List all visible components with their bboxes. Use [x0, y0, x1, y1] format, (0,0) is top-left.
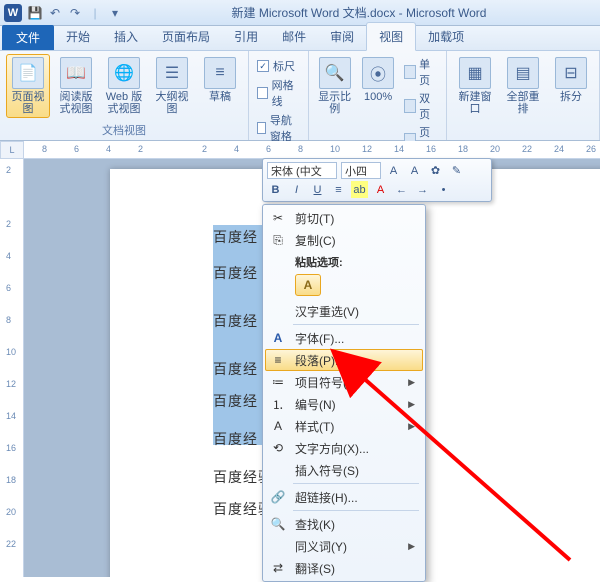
doc-line: 百度经 — [213, 429, 258, 449]
web-layout-button[interactable]: 🌐Web 版式视图 — [102, 54, 146, 118]
indent-increase-icon[interactable]: → — [414, 181, 431, 198]
horizontal-ruler[interactable]: 8 6 4 2 2 4 6 8 10 12 14 16 18 20 22 24 … — [24, 141, 600, 159]
font-color-icon[interactable]: A — [372, 181, 389, 198]
ctx-separator — [293, 324, 419, 325]
text-selection — [213, 225, 269, 445]
textdir-icon: ⟲ — [269, 439, 287, 457]
doc-line: 百度经 — [213, 227, 258, 247]
print-layout-button[interactable]: 📄页面视图 — [6, 54, 50, 118]
reading-layout-button[interactable]: 📖阅读版式视图 — [54, 54, 98, 118]
context-menu: ✂剪切(T) ⎘复制(C) 粘贴选项: A 汉字重选(V) A字体(F)... … — [262, 204, 426, 582]
chevron-right-icon: ▶ — [408, 541, 415, 552]
ctx-styles[interactable]: A样式(T)▶ — [265, 415, 423, 437]
tab-pagelayout[interactable]: 页面布局 — [150, 23, 222, 50]
tab-mailings[interactable]: 邮件 — [270, 23, 318, 50]
format-painter-icon[interactable]: ✎ — [448, 162, 465, 179]
ctx-hyperlink[interactable]: 🔗超链接(H)... — [265, 486, 423, 508]
ctx-find[interactable]: 🔍查找(K) — [265, 513, 423, 535]
arrangeall-button[interactable]: ▤全部重排 — [501, 54, 545, 118]
ctx-hanzi[interactable]: 汉字重选(V) — [265, 300, 423, 322]
indent-decrease-icon[interactable]: ← — [393, 181, 410, 198]
ctx-bullets[interactable]: ≔项目符号(E)▶ — [265, 371, 423, 393]
bold-icon[interactable]: B — [267, 181, 284, 198]
word-app-icon: W — [4, 4, 22, 22]
navpane-checkbox[interactable]: 导航窗格 — [257, 112, 300, 144]
highlight-icon[interactable]: ab — [351, 181, 368, 198]
ctx-insert-symbol[interactable]: 插入符号(S) — [265, 459, 423, 481]
chevron-right-icon: ▶ — [408, 377, 415, 388]
twopage-button[interactable]: 双页 — [404, 90, 438, 122]
styles-icon[interactable]: ✿ — [427, 162, 444, 179]
grow-font-icon[interactable]: A — [385, 162, 402, 179]
vertical-ruler[interactable]: 2 2 4 6 8 10 12 14 16 18 20 22 — [0, 159, 24, 577]
ctx-paste-header: 粘贴选项: — [265, 251, 423, 272]
ctx-numbering[interactable]: ⒈编号(N)▶ — [265, 393, 423, 415]
cut-icon: ✂ — [269, 209, 287, 227]
save-icon[interactable]: 💾 — [28, 6, 42, 20]
paste-option-keep-formatting[interactable]: A — [295, 274, 321, 296]
group-docviews-label: 文档视图 — [6, 120, 242, 138]
split-button[interactable]: ⊟拆分 — [549, 54, 593, 106]
ctx-paragraph[interactable]: ≡段落(P)... — [265, 349, 423, 371]
outline-button[interactable]: ☰大纲视图 — [150, 54, 194, 118]
zoom-button[interactable]: 🔍显示比例 — [315, 54, 354, 118]
doc-line: 百度经 — [213, 263, 258, 283]
ruler-checkbox[interactable]: ✓标尺 — [257, 58, 300, 74]
file-tab[interactable]: 文件 — [2, 25, 54, 50]
size-select[interactable]: 小四 — [341, 162, 381, 179]
ctx-text-direction[interactable]: ⟲文字方向(X)... — [265, 437, 423, 459]
copy-icon: ⎘ — [269, 231, 287, 249]
font-icon: A — [269, 329, 287, 347]
bullets-icon: ≔ — [269, 373, 287, 391]
translate-icon: ⇄ — [269, 559, 287, 577]
tab-addins[interactable]: 加载项 — [416, 23, 476, 50]
ctx-translate[interactable]: ⇄翻译(S) — [265, 557, 423, 579]
shrink-font-icon[interactable]: A — [406, 162, 423, 179]
tab-home[interactable]: 开始 — [54, 23, 102, 50]
doc-line: 百度经 — [213, 359, 258, 379]
underline-icon[interactable]: U — [309, 181, 326, 198]
draft-button[interactable]: ≡草稿 — [198, 54, 242, 106]
qat-more-icon[interactable]: ▾ — [108, 6, 122, 20]
doc-line: 百度经 — [213, 391, 258, 411]
undo-icon[interactable]: ↶ — [48, 6, 62, 20]
tab-view[interactable]: 视图 — [366, 22, 416, 51]
numbering-icon: ⒈ — [269, 395, 287, 413]
mini-toolbar: 宋体 (中文 小四 A A ✿ ✎ B I U ≡ ab A ← → • — [262, 158, 492, 202]
ctx-separator — [293, 483, 419, 484]
qat-sep: | — [88, 6, 102, 20]
font-select[interactable]: 宋体 (中文 — [267, 162, 337, 179]
window-title: 新建 Microsoft Word 文档.docx - Microsoft Wo… — [122, 4, 596, 21]
find-icon: 🔍 — [269, 515, 287, 533]
ctx-font[interactable]: A字体(F)... — [265, 327, 423, 349]
bullets-icon[interactable]: • — [435, 181, 452, 198]
quick-access-toolbar: 💾 ↶ ↷ | ▾ — [28, 6, 122, 20]
hyperlink-icon: 🔗 — [269, 488, 287, 506]
gridlines-checkbox[interactable]: 网格线 — [257, 77, 300, 109]
chevron-right-icon: ▶ — [408, 421, 415, 432]
onepage-button[interactable]: 单页 — [404, 56, 438, 88]
tab-review[interactable]: 审阅 — [318, 23, 366, 50]
chevron-right-icon: ▶ — [408, 399, 415, 410]
ctx-separator — [293, 510, 419, 511]
redo-icon[interactable]: ↷ — [68, 6, 82, 20]
tab-insert[interactable]: 插入 — [102, 23, 150, 50]
ruler-corner: L — [0, 141, 24, 159]
paragraph-icon: ≡ — [269, 351, 287, 369]
ctx-cut[interactable]: ✂剪切(T) — [265, 207, 423, 229]
ctx-synonym[interactable]: 同义词(Y)▶ — [265, 535, 423, 557]
italic-icon[interactable]: I — [288, 181, 305, 198]
align-center-icon[interactable]: ≡ — [330, 181, 347, 198]
styles-icon: A — [269, 417, 287, 435]
newwindow-button[interactable]: ▦新建窗口 — [453, 54, 497, 118]
doc-line: 百度经 — [213, 311, 258, 331]
zoom100-button[interactable]: ⦿100% — [358, 54, 397, 106]
tab-references[interactable]: 引用 — [222, 23, 270, 50]
ctx-copy[interactable]: ⎘复制(C) — [265, 229, 423, 251]
